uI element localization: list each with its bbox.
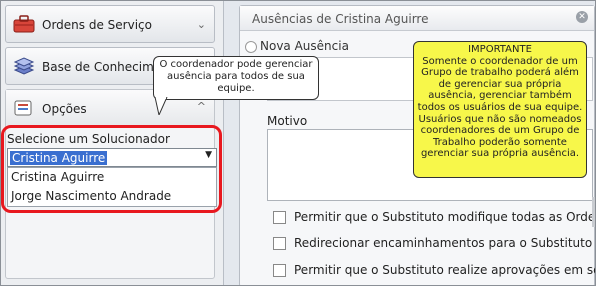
options-label: Opções [42,102,87,116]
checkbox-row-redirect[interactable]: Redirecionar encaminhamentos para o Subs… [273,236,592,250]
panel-title: Ausências de Cristina Aguirre [252,12,429,26]
callout-important: IMPORTANTE Somente o coordenador de um G… [413,41,587,178]
application-window: Ordens de Serviço ⌄ Base de Conhecimento… [0,0,596,286]
sidebar-item-label: Ordens de Serviço [42,18,152,32]
callout-important-body: Somente o coordenador de um Grupo de tra… [417,55,583,160]
select-solver-label: Selecione um Solucionador [7,132,170,146]
dropdown-option[interactable]: Cristina Aguirre [8,168,216,187]
solver-dropdown-list: Cristina Aguirre Jorge Nascimento Andrad… [7,167,217,207]
selected-value: Cristina Aguirre [10,151,108,165]
settings-icon [12,97,34,119]
radio-icon [245,40,257,53]
checkbox-label: Permitir que o Substituto realize aprova… [294,263,596,277]
stacked-books-icon [12,55,36,77]
close-icon[interactable]: ✕ [576,11,588,23]
checkbox[interactable] [273,211,286,224]
callout-important-title: IMPORTANTE [468,44,532,55]
scrollbar[interactable] [592,197,595,227]
new-absence-tab[interactable]: Nova Ausência [245,39,349,53]
checkbox-label: Permitir que o Substituto modifique toda… [294,210,596,224]
solver-select[interactable]: Cristina Aguirre ▼ [7,148,217,167]
sidebar: Ordens de Serviço ⌄ Base de Conhecimento… [1,1,224,285]
toolbox-icon [12,13,36,35]
checkbox-row-modify-orders[interactable]: Permitir que o Substituto modifique toda… [273,210,596,224]
motivo-label: Motivo [267,114,308,128]
callout-tail [154,97,168,115]
chevron-down-icon[interactable]: ⌄ [197,18,206,31]
checkbox[interactable] [273,264,286,277]
callout-coordinator-note: O coordenador pode gerenciar ausência pa… [153,56,319,100]
checkbox-row-approvals[interactable]: Permitir que o Substituto realize aprova… [273,263,596,277]
checkbox[interactable] [273,237,286,250]
new-absence-label: Nova Ausência [260,39,349,53]
checkbox-label: Redirecionar encaminhamentos para o Subs… [294,236,593,250]
sidebar-item-service-orders[interactable]: Ordens de Serviço ⌄ [5,5,215,43]
dropdown-arrow-icon[interactable]: ▼ [205,150,212,160]
panel-titlebar: Ausências de Cristina Aguirre ✕ [240,6,594,31]
chevron-up-icon[interactable]: ^ [197,100,206,113]
dropdown-option[interactable]: Jorge Nascimento Andrade [8,187,216,206]
